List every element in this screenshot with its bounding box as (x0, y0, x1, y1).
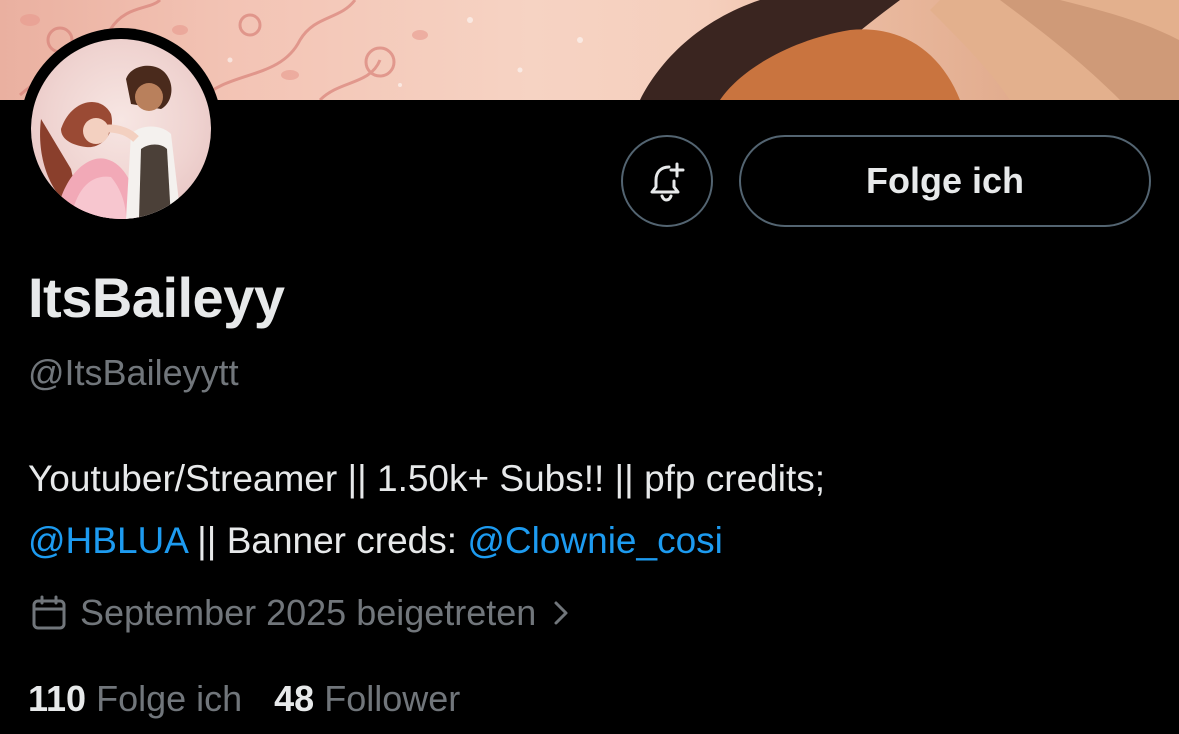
notifications-button[interactable] (621, 135, 713, 227)
following-count: 110 (28, 678, 87, 719)
bio-line-2: @HBLUA || Banner creds: @Clownie_cosi (28, 510, 1148, 572)
follow-button[interactable]: Folge ich (739, 135, 1151, 227)
joined-date[interactable]: September 2025 beigetreten (30, 592, 572, 634)
following-label: Folge ich (96, 678, 243, 719)
calendar-icon (30, 594, 68, 632)
bell-plus-icon (645, 159, 689, 203)
mention-link-hblua[interactable]: @HBLUA (28, 520, 187, 561)
followers-stat[interactable]: 48 Follower (274, 678, 460, 720)
joined-text: September 2025 beigetreten (80, 592, 537, 633)
bio-text-middle: || Banner creds: (186, 520, 468, 561)
mention-link-clownie[interactable]: @Clownie_cosi (467, 520, 723, 561)
follow-stats: 110 Folge ich 48 Follower (28, 678, 460, 720)
followers-count: 48 (274, 678, 315, 719)
profile-bio: Youtuber/Streamer || 1.50k+ Subs!! || pf… (28, 448, 1148, 572)
avatar-image (31, 39, 211, 219)
display-name: ItsBaileyy (28, 266, 285, 329)
following-stat[interactable]: 110 Folge ich (28, 678, 242, 720)
user-handle: @ItsBaileyytt (28, 352, 239, 393)
chevron-right-icon (550, 598, 572, 628)
avatar[interactable] (20, 28, 222, 230)
followers-label: Follower (324, 678, 461, 719)
bio-line-1: Youtuber/Streamer || 1.50k+ Subs!! || pf… (28, 458, 826, 499)
